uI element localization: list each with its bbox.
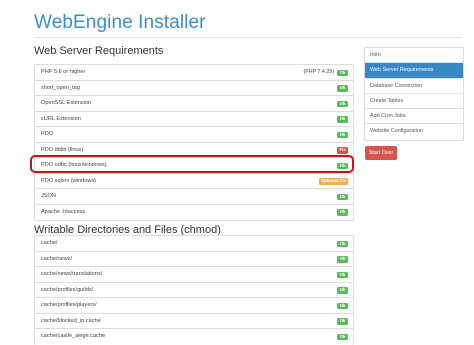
directory-row: cache/news/Ok: [35, 252, 353, 267]
requirement-row: short_open_tag Ok: [35, 81, 353, 96]
directory-path: cache/news/: [41, 255, 73, 262]
status-badge: Ok: [337, 193, 348, 200]
php-version-text: (PHP 7.4.29): [303, 69, 334, 75]
requirement-row: Apache .htaccess Ok: [35, 205, 353, 221]
requirement-row: PDO dblib (linux) Fix: [35, 143, 353, 158]
server-requirements-heading: Web Server Requirements: [34, 45, 164, 57]
status-badge: Ok: [337, 271, 348, 278]
sidebar-step-item[interactable]: Website Configuration: [365, 124, 463, 139]
requirement-row: JSON Ok: [35, 189, 353, 205]
requirement-label: PHP 5.6 or higher: [41, 69, 86, 75]
status-badge: Ok: [337, 85, 348, 92]
directory-path: cache/: [41, 240, 58, 246]
requirement-label: PDO dblib (linux): [41, 146, 84, 153]
status-badge: Ok: [337, 287, 348, 294]
status-badge: Ok: [337, 209, 348, 216]
requirement-row: OpenSSL Extension Ok: [35, 96, 353, 112]
sidebar-step-item[interactable]: Web Server Requirements: [365, 63, 463, 79]
requirement-label: JSON: [41, 193, 56, 199]
sidebar-step-item[interactable]: Add Cron Jobs: [365, 109, 463, 125]
status-badge: Ok: [337, 69, 348, 76]
directory-path: cache/profiles/guilds/: [41, 286, 94, 293]
directory-row: cache/profiles/guilds/Ok: [35, 283, 353, 298]
requirement-row: cURL Extension Ok: [35, 112, 353, 127]
requirement-label: short_open_tag: [41, 84, 80, 91]
directory-path: cache/blocked_ip.cache: [41, 317, 101, 324]
status-badge: Ok: [337, 302, 348, 309]
status-badge: Ok: [337, 162, 348, 169]
requirement-row: PDO odbc (linux/windows) Ok: [35, 158, 353, 174]
sidebar-steps: Intro Web Server Requirements Database Con…: [364, 47, 464, 141]
status-badge: Ok: [337, 240, 348, 247]
status-badge: Ok: [337, 318, 348, 325]
requirement-label: PDO sqlsrv (windows): [41, 177, 97, 184]
directory-path: cache/profiles/players/: [41, 302, 97, 308]
requirement-row: PDO sqlsrv (windows) Optional Fix: [35, 174, 353, 189]
status-badge: Fix: [337, 147, 348, 154]
directory-row: cache/news/translations/Ok: [35, 267, 353, 283]
status-badge: Ok: [337, 116, 348, 123]
requirement-row: PDO Ok: [35, 127, 353, 143]
sidebar-step-item[interactable]: Database Connection: [365, 79, 463, 94]
server-requirements-list: PHP 5.6 or higher (PHP 7.4.29) Ok short_ope…: [34, 64, 354, 221]
status-badge: Ok: [337, 256, 348, 263]
directory-path: cache/castle_siege.cache: [41, 333, 106, 339]
directory-row: cache/Ok: [35, 236, 353, 252]
status-badge: Optional Fix: [318, 178, 348, 185]
sidebar-step-item[interactable]: Intro: [365, 48, 463, 64]
title-divider: [34, 37, 462, 38]
status-badge: Ok: [337, 100, 348, 107]
status-badge: Ok: [337, 131, 348, 138]
requirement-label: Apache .htaccess: [41, 208, 86, 215]
directory-row: cache/blocked_ip.cache Ok: [35, 314, 353, 329]
page-title: WebEngine Installer: [34, 12, 206, 33]
requirement-label: PDO: [41, 131, 54, 137]
writable-directories-list: cache/Ok cache/news/Ok cache/news/translat…: [34, 235, 354, 345]
directory-row: cache/profiles/players/Ok: [35, 298, 353, 314]
start-over-button[interactable]: Start Over: [365, 146, 397, 160]
sidebar-step-item[interactable]: Create Tables: [365, 94, 463, 110]
requirement-row: PHP 5.6 or higher (PHP 7.4.29) Ok: [35, 65, 353, 81]
requirement-label: PDO odbc (linux/windows): [41, 162, 107, 168]
status-badge: Ok: [337, 333, 348, 340]
directory-path: cache/news/translations/: [41, 271, 103, 277]
requirement-label: cURL Extension: [41, 115, 81, 122]
directory-row: cache/castle_siege.cache Ok: [35, 329, 353, 345]
requirement-label: OpenSSL Extension: [41, 100, 92, 106]
